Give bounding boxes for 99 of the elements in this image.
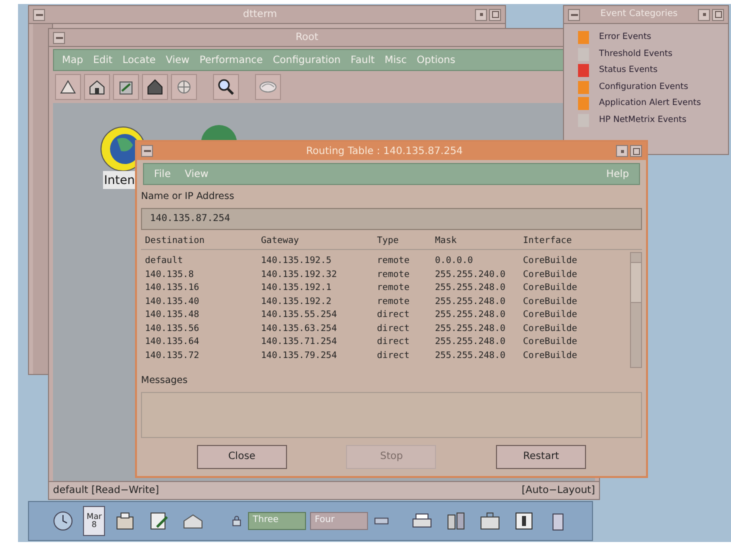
table-cell-text: CoreBuilde (522, 336, 578, 350)
category-swatch[interactable] (578, 97, 589, 110)
window-title: Event Categories (599, 8, 679, 21)
table-cell-text: CoreBuilde (522, 255, 578, 268)
table-cell-text: remote (376, 282, 411, 296)
menu-item[interactable]: View (184, 166, 208, 182)
calendar-icon[interactable]: Mar 8 (82, 506, 106, 536)
window-menu-button[interactable] (568, 8, 580, 20)
table-cell-text: 140.135.71.254 (260, 336, 338, 350)
menu-item[interactable]: Performance (199, 52, 263, 68)
dialog-button[interactable]: Close (196, 444, 287, 469)
menu-item[interactable]: Locate (122, 52, 156, 68)
node-label: Inten (103, 171, 136, 189)
table-cell-text: 255.255.240.0 (434, 268, 506, 282)
table-cell-text: direct (376, 309, 411, 322)
maximize-button[interactable] (630, 145, 642, 157)
table-cell-text: default (144, 255, 184, 268)
table-cell-text: 0.0.0.0 (434, 255, 474, 268)
category-label: Application Alert Events (599, 97, 701, 110)
table-cell-text: 140.135.8 (144, 268, 195, 282)
table-cell-text: 140.135.16 (144, 282, 200, 296)
table-cell-text: CoreBuilde (522, 309, 578, 322)
house-icon[interactable] (84, 74, 110, 100)
table-cell-text: direct (376, 322, 411, 336)
menu-item[interactable]: File (154, 166, 171, 182)
table-cell-text: CoreBuilde (522, 268, 578, 282)
column-header: Gateway (260, 235, 300, 248)
menu-item[interactable]: Help (606, 166, 629, 182)
table-cell-text: 140.135.55.254 (260, 309, 338, 322)
table-cell-text: remote (376, 255, 411, 268)
table-cell-text: 255.255.248.0 (434, 336, 506, 350)
address-field[interactable]: 140.135.87.254 (141, 208, 642, 230)
menu-item[interactable]: Misc (384, 52, 407, 68)
column-header: Type (376, 235, 400, 248)
table-cell-text: CoreBuilde (522, 350, 578, 363)
category-swatch[interactable] (578, 80, 589, 94)
calendar-month: Mar (86, 513, 102, 521)
table-cell-text: 140.135.48 (144, 309, 200, 322)
category-label: Error Events (599, 31, 652, 44)
table-cell-text: 140.135.192.2 (260, 296, 332, 309)
workspace-button[interactable]: Three (248, 512, 306, 530)
messages-label: Messages (141, 374, 189, 388)
menu-item[interactable]: Options (416, 52, 456, 68)
field-label: Name or IP Address (141, 190, 236, 204)
table-cell-text: direct (376, 350, 411, 363)
menu-item[interactable]: Edit (93, 52, 112, 68)
dark-house-icon[interactable] (142, 74, 168, 100)
table-cell-text: 140.135.192.32 (260, 268, 338, 282)
menu-item[interactable]: View (166, 52, 190, 68)
workspace-button[interactable]: Four (310, 512, 368, 530)
window-menu-button[interactable] (141, 145, 153, 157)
window-title: dtterm (242, 8, 278, 22)
column-header: Destination (144, 235, 206, 248)
table-cell-text: direct (376, 336, 411, 350)
table-cell-text: 140.135.192.1 (260, 282, 332, 296)
minimize-button[interactable] (616, 145, 628, 157)
minimize-button[interactable] (698, 8, 710, 20)
category-label: Status Events (599, 64, 658, 78)
menu-item[interactable]: Map (62, 52, 84, 68)
category-label: Configuration Events (599, 80, 688, 94)
column-header: Mask (434, 235, 458, 248)
lock-icon[interactable] (232, 515, 242, 527)
dialog-button[interactable]: Restart (496, 444, 586, 469)
table-cell-text: 140.135.72 (144, 350, 200, 363)
search-icon[interactable] (213, 74, 239, 100)
window-menu-button[interactable] (33, 8, 45, 20)
window-title: Root (294, 31, 320, 45)
category-label: HP NetMetrix Events (599, 114, 686, 127)
menu-item[interactable]: Fault (350, 52, 375, 68)
table-cell-text: CoreBuilde (522, 282, 578, 296)
table-cell-text: 255.255.248.0 (434, 296, 506, 309)
window-menu-button[interactable] (53, 32, 65, 44)
category-swatch[interactable] (578, 31, 589, 44)
table-cell-text: 255.255.248.0 (434, 350, 506, 363)
table-cell-text: CoreBuilde (522, 296, 578, 309)
maximize-button[interactable] (712, 8, 724, 20)
table-cell-text: CoreBuilde (522, 322, 578, 336)
column-header: Interface (522, 235, 573, 248)
table-cell-text: 140.135.63.254 (260, 322, 338, 336)
category-label: Threshold Events (599, 48, 672, 61)
maximize-button[interactable] (489, 8, 501, 20)
table-cell-text: 140.135.192.5 (260, 255, 332, 268)
table-cell-text: 255.255.248.0 (434, 322, 506, 336)
status-text: default [Read−Write] (53, 484, 160, 498)
table-cell-text: 140.135.40 (144, 296, 200, 309)
calendar-day: 8 (92, 521, 97, 529)
scrollbar[interactable] (630, 252, 642, 368)
category-swatch[interactable] (578, 64, 589, 78)
minimize-button[interactable] (475, 8, 487, 20)
table-cell-text: 140.135.56 (144, 322, 200, 336)
table-cell-text: 140.135.79.254 (260, 350, 338, 363)
table-cell-text: 255.255.248.0 (434, 309, 506, 322)
menu-item[interactable]: Configuration (272, 52, 341, 68)
table-cell-text: 140.135.64 (144, 336, 200, 350)
table-cell-text: remote (376, 268, 411, 282)
status-text: [Auto−Layout] (522, 484, 595, 498)
window-title: Routing Table : 140.135.87.254 (305, 144, 464, 158)
table-cell-text: remote (376, 296, 411, 309)
table-cell-text: 255.255.248.0 (434, 282, 506, 296)
